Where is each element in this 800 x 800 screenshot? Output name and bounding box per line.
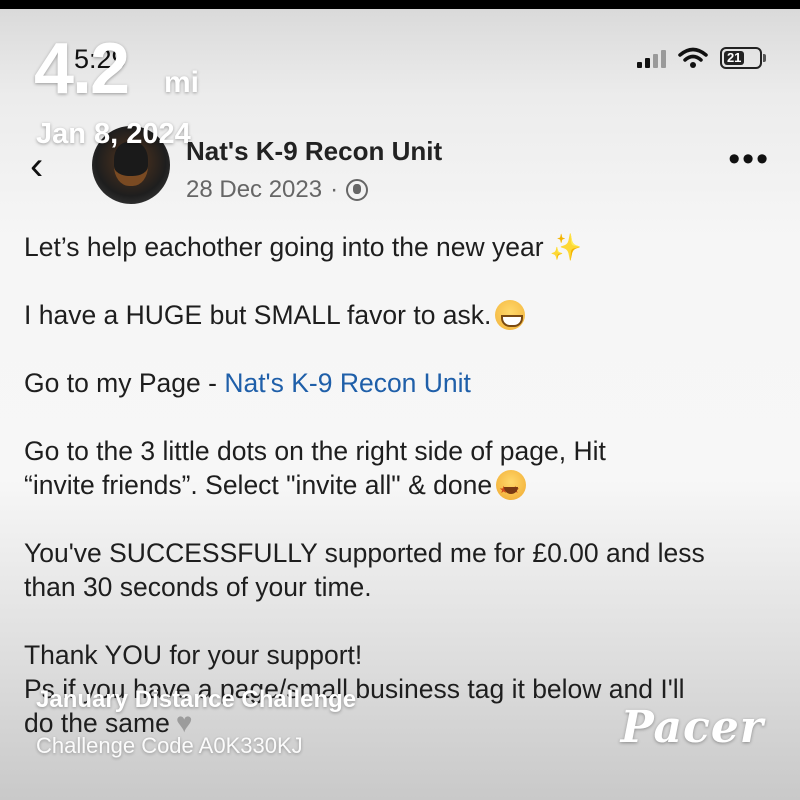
post-text: Let’s help eachother going into the new … [24, 232, 544, 262]
sparkles-emoji: ✨ [549, 232, 582, 262]
post-text: than 30 seconds of your time. [24, 572, 372, 602]
post-text: Go to the 3 little dots on the right sid… [24, 436, 606, 466]
signal-icon [637, 48, 666, 68]
challenge-title: January Distance Challenge [36, 686, 357, 713]
distance-unit: mi [164, 66, 200, 99]
page-link[interactable]: Nat's K-9 Recon Unit [224, 368, 471, 398]
page-name[interactable]: Nat's K-9 Recon Unit [186, 136, 442, 167]
grin-emoji [495, 300, 526, 330]
post-paragraph: Go to my Page - Nat's K-9 Recon Unit [24, 366, 784, 400]
more-options-icon[interactable]: ••• [728, 140, 770, 179]
top-black-bar [0, 0, 800, 9]
post-text: I have a HUGE but SMALL favor to ask. [24, 300, 492, 330]
pacer-logo: Pacer [620, 702, 764, 753]
post-date[interactable]: 28 Dec 2023 [186, 176, 322, 204]
post-body: Let’s help eachother going into the new … [24, 230, 784, 740]
distance-value: 4.2 [34, 29, 130, 109]
back-chevron-icon[interactable]: ‹ [30, 146, 43, 186]
challenge-code: Challenge Code A0K330KJ [36, 733, 303, 758]
post-paragraph: You've SUCCESSFULLY supported me for £0.… [24, 536, 784, 604]
battery-level: 21 [724, 51, 745, 65]
post-text: Go to my Page - [24, 368, 225, 398]
post-text: Thank YOU for your support! [24, 640, 363, 670]
post-text: “invite friends”. Select "invite all" & … [24, 470, 493, 500]
post-paragraph: Let’s help eachother going into the new … [24, 230, 784, 264]
post-paragraph: I have a HUGE but SMALL favor to ask. [24, 298, 784, 332]
post-paragraph: Go to the 3 little dots on the right sid… [24, 434, 784, 508]
post-meta: 28 Dec 2023 · [186, 176, 369, 204]
globe-icon [346, 179, 369, 201]
wifi-icon [678, 47, 708, 68]
star-struck-emoji [496, 470, 527, 508]
meta-separator: · [330, 176, 339, 203]
status-icons: 21 [637, 47, 766, 69]
battery-icon: 21 [720, 47, 766, 69]
post-text: You've SUCCESSFULLY supported me for £0.… [24, 538, 705, 568]
activity-date: Jan 8, 2024 [36, 118, 191, 150]
